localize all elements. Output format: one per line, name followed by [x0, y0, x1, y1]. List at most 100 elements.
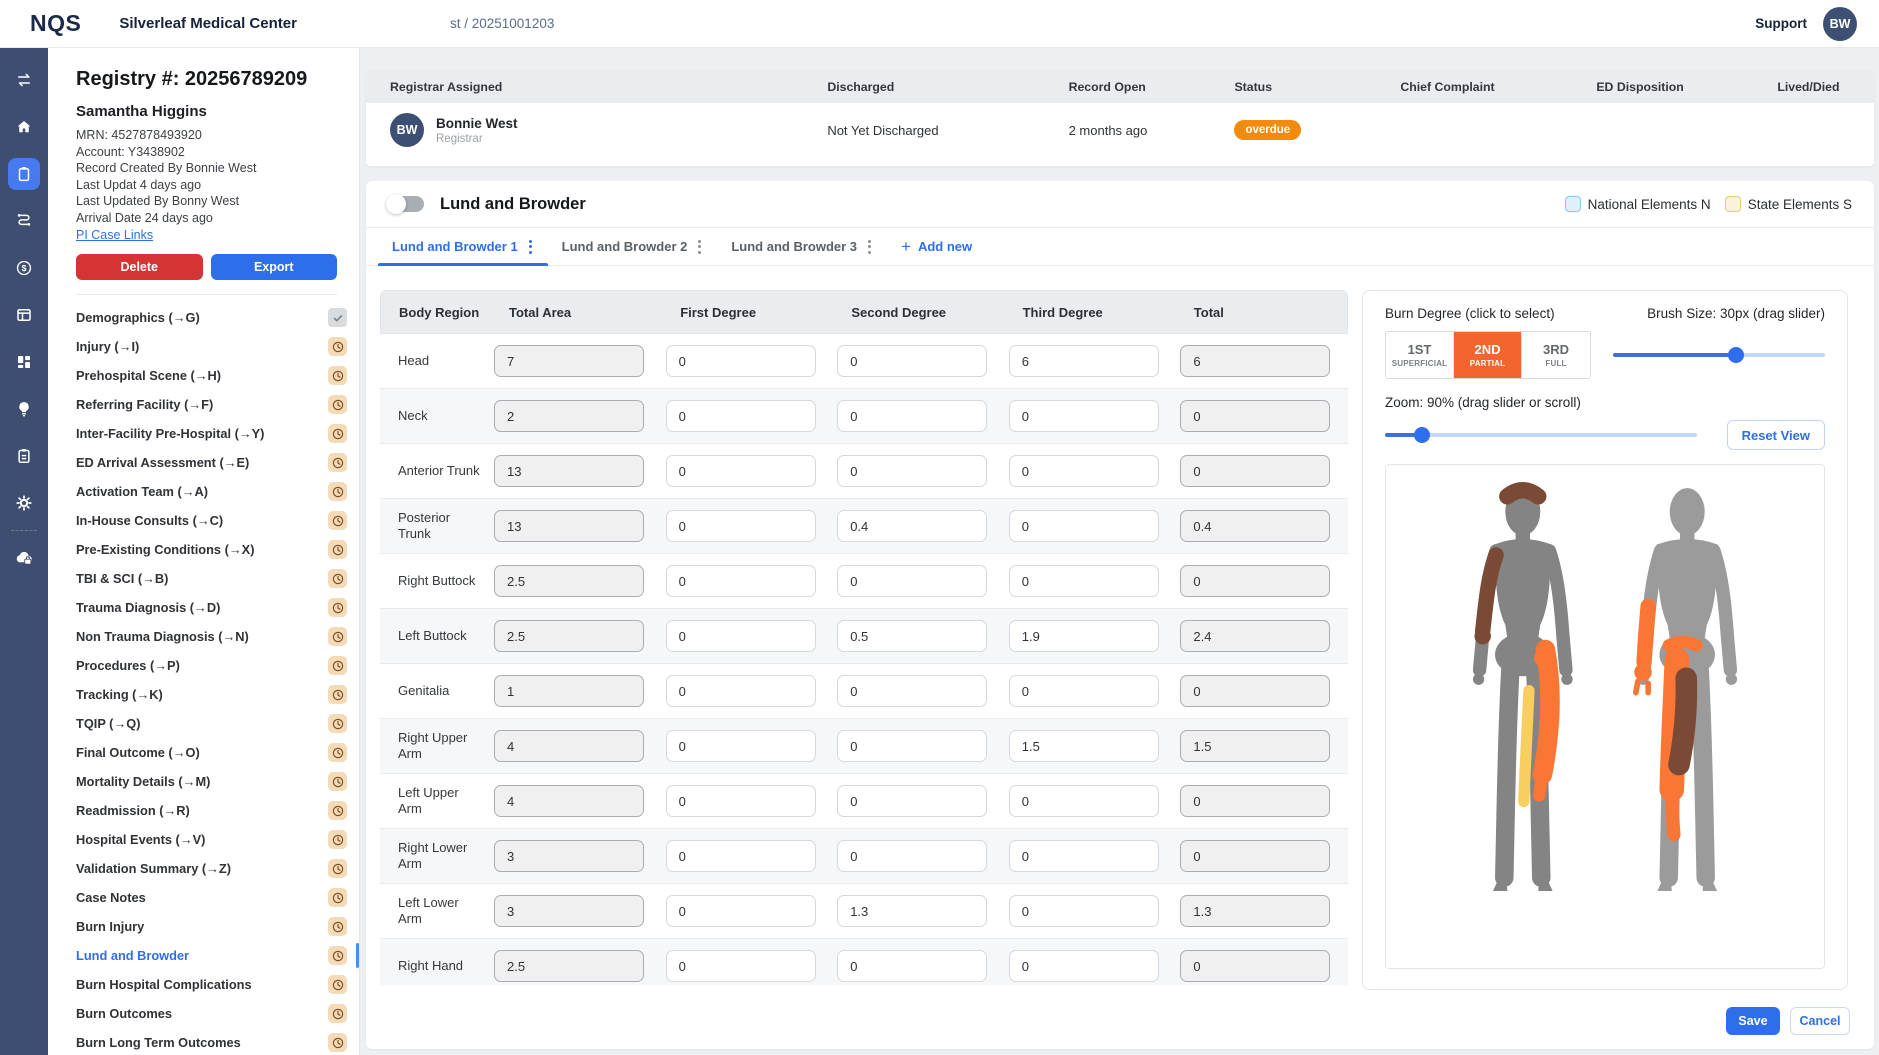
sidebar-item[interactable]: Burn Long Term Outcomes [76, 1028, 359, 1055]
breadcrumb[interactable]: st / 20251001203 [450, 16, 554, 31]
save-button[interactable]: Save [1726, 1007, 1780, 1035]
sidebar-item[interactable]: Burn Injury [76, 912, 359, 941]
first-degree-input[interactable] [666, 455, 816, 487]
delete-button[interactable]: Delete [76, 254, 203, 280]
second-degree-input[interactable] [837, 785, 987, 817]
billing-icon[interactable]: $ [8, 252, 40, 284]
first-degree-input[interactable] [666, 675, 816, 707]
third-degree-input[interactable] [1009, 510, 1159, 542]
third-degree-input[interactable] [1009, 675, 1159, 707]
third-degree-input[interactable] [1009, 455, 1159, 487]
second-degree-input[interactable] [837, 675, 987, 707]
sidebar-item[interactable]: Mortality Details (→M) [76, 767, 359, 796]
second-degree-input[interactable] [837, 345, 987, 377]
section-toggle[interactable] [388, 196, 424, 212]
transfer-icon[interactable] [8, 64, 40, 96]
lb-tab[interactable]: Lund and Browder 2 [548, 228, 718, 265]
lb-tab[interactable]: Lund and Browder 3 [717, 228, 887, 265]
zoom-slider[interactable] [1385, 427, 1697, 443]
sidebar-item[interactable]: TBI & SCI (→B) [76, 564, 359, 593]
first-degree-input[interactable] [666, 785, 816, 817]
body-diagram-canvas[interactable] [1385, 464, 1825, 969]
first-degree-input[interactable] [666, 620, 816, 652]
national-elements-checkbox[interactable]: National Elements N [1565, 196, 1711, 212]
route-icon[interactable] [8, 205, 40, 237]
export-button[interactable]: Export [211, 254, 338, 280]
sidebar-item[interactable]: Procedures (→P) [76, 651, 359, 680]
sidebar-item[interactable]: ED Arrival Assessment (→E) [76, 448, 359, 477]
settings-icon[interactable] [8, 487, 40, 519]
sidebar-item[interactable]: Lund and Browder [76, 941, 359, 970]
third-degree-input[interactable] [1009, 400, 1159, 432]
third-degree-input[interactable] [1009, 565, 1159, 597]
zoom-slider-thumb[interactable] [1414, 427, 1430, 443]
second-degree-input[interactable] [837, 455, 987, 487]
sidebar-item[interactable]: Injury (→I) [76, 332, 359, 361]
first-degree-input[interactable] [666, 840, 816, 872]
sidebar-item[interactable]: Readmission (→R) [76, 796, 359, 825]
sidebar-item[interactable]: In-House Consults (→C) [76, 506, 359, 535]
reset-view-button[interactable]: Reset View [1727, 420, 1825, 450]
first-degree-input[interactable] [666, 565, 816, 597]
sidebar-item[interactable]: Burn Hospital Complications [76, 970, 359, 999]
second-degree-input[interactable] [837, 950, 987, 982]
second-degree-input[interactable] [837, 510, 987, 542]
third-degree-input[interactable] [1009, 840, 1159, 872]
third-degree-input[interactable] [1009, 730, 1159, 762]
first-degree-input[interactable] [666, 345, 816, 377]
state-elements-checkbox[interactable]: State Elements S [1725, 196, 1852, 212]
lightbulb-icon[interactable] [8, 393, 40, 425]
second-degree-input[interactable] [837, 620, 987, 652]
brush-slider-thumb[interactable] [1728, 347, 1744, 363]
cancel-button[interactable]: Cancel [1790, 1007, 1850, 1035]
brush-size-slider[interactable] [1613, 347, 1825, 363]
dashboard-icon[interactable] [8, 346, 40, 378]
first-degree-input[interactable] [666, 510, 816, 542]
calendar-icon[interactable] [8, 299, 40, 331]
sidebar-item[interactable]: Non Trauma Diagnosis (→N) [76, 622, 359, 651]
burn-degree-option-2nd[interactable]: 2NDPARTIAL [1454, 332, 1522, 378]
third-degree-input[interactable] [1009, 785, 1159, 817]
kebab-menu-icon[interactable] [527, 236, 534, 258]
kebab-menu-icon[interactable] [866, 236, 873, 258]
sidebar-item[interactable]: TQIP (→Q) [76, 709, 359, 738]
sidebar-item[interactable]: Referring Facility (→F) [76, 390, 359, 419]
sidebar-item[interactable]: Tracking (→K) [76, 680, 359, 709]
record-table-row[interactable]: BW Bonnie West Registrar Not Yet Dischar… [366, 103, 1874, 157]
second-degree-input[interactable] [837, 565, 987, 597]
sidebar-item[interactable]: Pre-Existing Conditions (→X) [76, 535, 359, 564]
third-degree-input[interactable] [1009, 950, 1159, 982]
sidebar-item[interactable]: Demographics (→G) [76, 303, 359, 332]
kebab-menu-icon[interactable] [696, 236, 703, 258]
pi-case-links[interactable]: PI Case Links [76, 228, 153, 242]
second-degree-input[interactable] [837, 400, 987, 432]
home-icon[interactable] [8, 111, 40, 143]
sidebar-item[interactable]: Hospital Events (→V) [76, 825, 359, 854]
sidebar-item[interactable]: Case Notes [76, 883, 359, 912]
lb-tab[interactable]: Lund and Browder 1 [378, 228, 548, 265]
first-degree-input[interactable] [666, 400, 816, 432]
first-degree-input[interactable] [666, 950, 816, 982]
third-degree-input[interactable] [1009, 345, 1159, 377]
second-degree-input[interactable] [837, 840, 987, 872]
clipboard-icon[interactable] [8, 158, 40, 190]
second-degree-input[interactable] [837, 730, 987, 762]
sidebar-item[interactable]: Prehospital Scene (→H) [76, 361, 359, 390]
support-link[interactable]: Support [1755, 16, 1807, 31]
add-new-tab-button[interactable]: +Add new [887, 228, 986, 265]
third-degree-input[interactable] [1009, 620, 1159, 652]
sidebar-item[interactable]: Trauma Diagnosis (→D) [76, 593, 359, 622]
second-degree-input[interactable] [837, 895, 987, 927]
sidebar-item[interactable]: Activation Team (→A) [76, 477, 359, 506]
tasks-icon[interactable] [8, 440, 40, 472]
sidebar-item[interactable]: Burn Outcomes [76, 999, 359, 1028]
third-degree-input[interactable] [1009, 895, 1159, 927]
sidebar-item[interactable]: Inter-Facility Pre-Hospital (→Y) [76, 419, 359, 448]
sidebar-item[interactable]: Validation Summary (→Z) [76, 854, 359, 883]
user-avatar[interactable]: BW [1823, 7, 1857, 41]
data-privacy-icon[interactable] [8, 542, 40, 574]
first-degree-input[interactable] [666, 730, 816, 762]
first-degree-input[interactable] [666, 895, 816, 927]
burn-degree-option-1st[interactable]: 1STSUPERFICIAL [1386, 332, 1454, 378]
sidebar-item[interactable]: Final Outcome (→O) [76, 738, 359, 767]
